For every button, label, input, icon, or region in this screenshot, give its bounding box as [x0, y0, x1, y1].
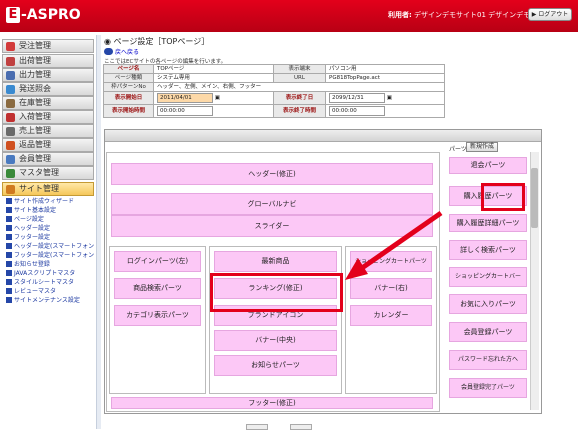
arrow-shaft: [360, 210, 443, 271]
pager-button-next[interactable]: [290, 424, 312, 430]
arrow-head: [345, 258, 368, 280]
annotation-arrow: [345, 210, 443, 280]
pager-button-prev[interactable]: [246, 424, 268, 430]
